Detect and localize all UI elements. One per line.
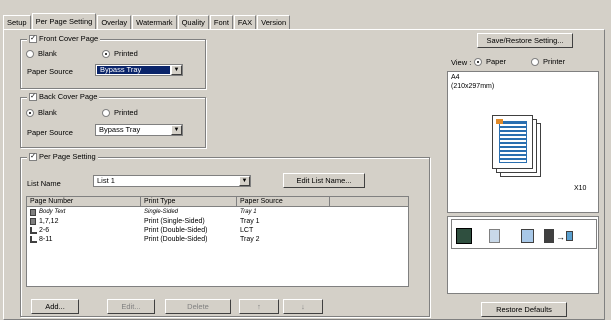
move-up-button[interactable]: ↑ (239, 299, 279, 314)
back-cover-label: Back Cover Page (39, 92, 98, 101)
page-list: Page Number Print Type Paper Source Body… (26, 196, 409, 287)
page-icon (30, 209, 36, 216)
table-row[interactable]: 8-11 Print (Double-Sided) Tray 2 (27, 235, 408, 244)
page-icon (30, 218, 36, 225)
front-source-select[interactable]: Bypass Tray ▼ (95, 64, 183, 76)
per-page-label: Per Page Setting (39, 152, 96, 161)
list-name-select[interactable]: List 1 ▼ (93, 175, 251, 187)
front-blank-radio[interactable] (26, 49, 34, 58)
tab-quality[interactable]: Quality (177, 15, 209, 29)
back-blank-label: Blank (38, 108, 57, 117)
table-row[interactable]: Body Text Single-Sided Tray 1 (27, 208, 408, 217)
back-printed-label: Printed (114, 108, 138, 117)
view-label: View : (451, 58, 472, 67)
output-tray-icon (566, 231, 573, 241)
copies-count: X10 (574, 185, 587, 192)
delete-button[interactable]: Delete (165, 299, 231, 314)
double-page-icon (30, 236, 37, 243)
column-print-type[interactable]: Print Type (141, 197, 237, 207)
table-row[interactable]: 1,7,12 Print (Single-Sided) Tray 1 (27, 217, 408, 226)
front-cover-checkbox[interactable]: ✓ (29, 34, 37, 43)
front-source-label: Paper Source (27, 67, 73, 76)
table-row[interactable]: 2-6 Print (Double-Sided) LCT (27, 226, 408, 235)
restore-defaults-button[interactable]: Restore Defaults (481, 302, 567, 317)
front-cover-group: ✓ Front Cover Page Blank Printed Paper So… (20, 34, 206, 89)
save-restore-button[interactable]: Save/Restore Setting... (477, 33, 573, 48)
list-name-label: List Name (27, 179, 61, 188)
finishing-preview: → (447, 216, 599, 294)
back-source-label: Paper Source (27, 128, 73, 137)
edit-list-name-button[interactable]: Edit List Name... (283, 173, 365, 188)
page-stack-icon (492, 115, 541, 177)
move-down-button[interactable]: ↓ (283, 299, 323, 314)
preview-icon (521, 229, 534, 243)
view-paper-label: Paper (486, 57, 507, 66)
per-page-checkbox[interactable]: ✓ (29, 152, 37, 161)
stack-icon (456, 228, 472, 244)
tab-per-page-setting[interactable]: Per Page Setting (31, 13, 97, 29)
back-source-select[interactable]: Bypass Tray ▼ (95, 124, 183, 136)
back-blank-radio[interactable] (26, 108, 34, 117)
back-cover-group: ✓ Back Cover Page Blank Printed Paper Sou… (20, 92, 206, 148)
column-paper-source[interactable]: Paper Source (237, 197, 330, 207)
tab-panel: ✓ Front Cover Page Blank Printed Paper So… (3, 29, 605, 320)
view-printer-label: Printer (543, 57, 566, 66)
view-printer-radio[interactable] (531, 57, 539, 66)
add-button[interactable]: Add... (31, 299, 79, 314)
back-cover-checkbox[interactable]: ✓ (29, 92, 37, 101)
tab-setup[interactable]: Setup (3, 15, 31, 29)
tab-fax[interactable]: FAX (233, 15, 257, 29)
paper-dimensions: (210x297mm) (451, 83, 495, 90)
tab-overlay[interactable]: Overlay (97, 15, 132, 29)
edit-button[interactable]: Edit... (107, 299, 155, 314)
tab-watermark[interactable]: Watermark (132, 15, 177, 29)
printer-icon (544, 229, 554, 243)
chevron-down-icon: ▼ (239, 176, 250, 186)
tab-font[interactable]: Font (209, 15, 233, 29)
front-blank-label: Blank (38, 49, 57, 58)
arrow-right-icon: → (556, 232, 565, 242)
paper-preview: A4 (210x297mm) X10 (447, 71, 599, 213)
double-page-icon (30, 227, 37, 234)
front-printed-radio[interactable] (102, 49, 110, 58)
view-paper-radio[interactable] (474, 57, 482, 66)
tab-bar: Setup Per Page Setting Overlay Watermark… (3, 13, 291, 29)
column-page-number[interactable]: Page Number (27, 197, 141, 207)
tab-version[interactable]: Version (257, 15, 291, 29)
front-cover-label: Front Cover Page (39, 34, 99, 43)
chevron-down-icon: ▼ (171, 65, 182, 75)
back-printed-radio[interactable] (102, 108, 110, 117)
document-icon (489, 229, 500, 243)
per-page-group: ✓ Per Page Setting List Name List 1 ▼ Edit… (20, 152, 430, 317)
paper-size: A4 (451, 74, 460, 81)
chevron-down-icon: ▼ (171, 125, 182, 135)
front-printed-label: Printed (114, 49, 138, 58)
